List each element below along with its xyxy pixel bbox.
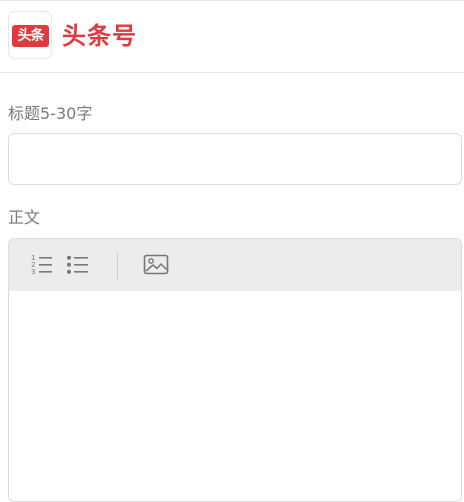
rich-text-editor: 1 2 3 (8, 238, 462, 502)
toolbar-divider (117, 252, 118, 280)
title-label: 标题5-30字 (8, 104, 93, 123)
editor-toolbar: 1 2 3 (9, 239, 461, 291)
unordered-list-icon[interactable] (65, 252, 91, 278)
logo-mark: 头条 (12, 25, 49, 47)
app-header: 头条 头条号 (0, 1, 464, 73)
title-input[interactable] (8, 133, 462, 185)
ordered-list-icon[interactable]: 1 2 3 (29, 252, 55, 278)
brand-name: 头条号 (62, 22, 137, 50)
svg-text:3: 3 (31, 268, 35, 276)
app-logo: 头条 (8, 11, 52, 59)
image-icon[interactable] (143, 252, 169, 278)
editor-content-area[interactable] (9, 291, 461, 501)
body-label: 正文 (8, 208, 41, 227)
